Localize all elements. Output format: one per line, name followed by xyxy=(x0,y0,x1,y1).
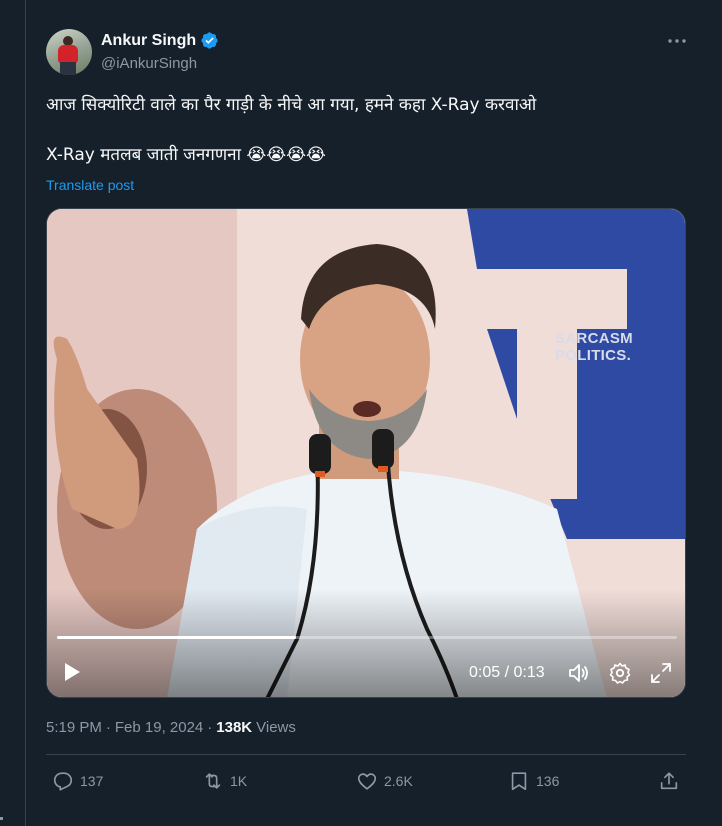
reply-icon xyxy=(53,772,73,791)
more-icon[interactable] xyxy=(666,30,688,52)
repost-count: 1K xyxy=(230,773,248,789)
edge-marker xyxy=(0,817,3,820)
author-display-name[interactable]: Ankur Singh xyxy=(101,32,196,50)
translate-post-link[interactable]: Translate post xyxy=(46,177,134,193)
video-watermark: SARCASM POLITICS. xyxy=(555,330,633,364)
bookmark-icon xyxy=(511,772,527,791)
reply-count: 137 xyxy=(80,773,104,789)
avatar-figure-legs xyxy=(60,62,76,75)
bookmark-button[interactable]: 136 xyxy=(508,770,559,792)
action-bar: 137 1K 2.6K 136 xyxy=(46,770,686,800)
heart-icon xyxy=(357,773,377,790)
repost-icon xyxy=(205,773,221,789)
post-timestamp-row: 5:19 PM · Feb 19, 2024 · 138K Views xyxy=(46,719,296,736)
meta-separator: · xyxy=(207,719,213,736)
watermark-text: SARCASM POLITICS. xyxy=(555,330,633,364)
share-icon xyxy=(660,772,678,790)
verified-badge-icon[interactable] xyxy=(200,31,219,50)
author-handle[interactable]: @iAnkurSingh xyxy=(101,55,197,72)
post-time[interactable]: 5:19 PM xyxy=(46,719,102,736)
views-count: 138K xyxy=(216,719,253,736)
repost-button[interactable]: 1K xyxy=(202,770,247,792)
play-icon[interactable] xyxy=(61,661,83,683)
divider xyxy=(46,754,686,755)
bookmark-count: 136 xyxy=(536,773,560,789)
video-player[interactable]: SARCASM POLITICS. 0:05 / 0:13 xyxy=(46,208,686,698)
avatar[interactable] xyxy=(46,29,92,75)
volume-icon[interactable] xyxy=(567,661,591,685)
author-name-row: Ankur Singh xyxy=(101,31,219,50)
reply-button[interactable]: 137 xyxy=(52,770,103,792)
video-time-display: 0:05 / 0:13 xyxy=(469,664,545,681)
tweet-text: आज सिक्योरिटी वाले का पैर गाड़ी के नीचे … xyxy=(46,95,537,165)
video-progress-fill xyxy=(57,636,296,639)
views-label: Views xyxy=(256,719,296,736)
like-button[interactable]: 2.6K xyxy=(356,770,413,792)
post-date[interactable]: Feb 19, 2024 xyxy=(115,719,203,736)
like-count: 2.6K xyxy=(384,773,413,789)
share-button[interactable] xyxy=(658,770,680,792)
fullscreen-icon[interactable] xyxy=(649,661,673,685)
gear-icon[interactable] xyxy=(608,661,632,685)
video-progress-bar[interactable] xyxy=(57,636,677,639)
avatar-figure-body xyxy=(58,45,78,63)
meta-separator: · xyxy=(105,719,111,736)
